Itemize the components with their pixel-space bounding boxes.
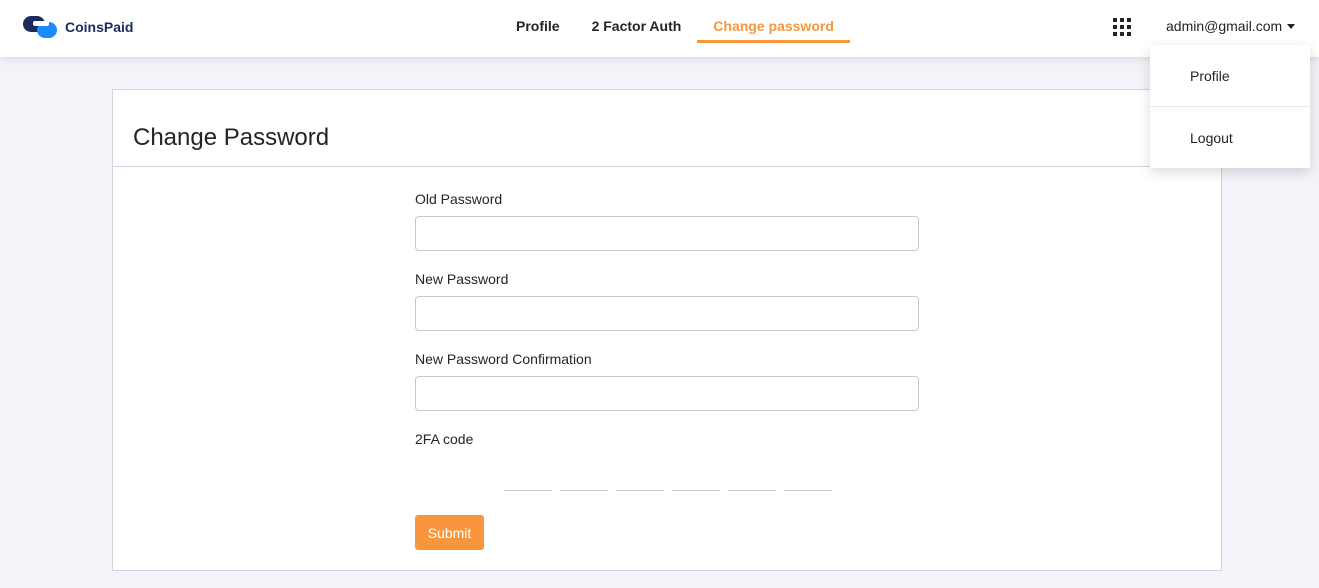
old-password-input[interactable]	[415, 216, 919, 251]
change-password-card: Change Password Old Password New Passwor…	[112, 89, 1222, 571]
nav-change-password[interactable]: Change password	[697, 0, 850, 43]
otp-digit-4[interactable]	[672, 490, 720, 491]
main-nav: Profile 2 Factor Auth Change password	[500, 0, 850, 57]
submit-button[interactable]: Submit	[415, 515, 484, 550]
brand-name: CoinsPaid	[65, 19, 134, 35]
top-navbar: CoinsPaid Profile 2 Factor Auth Change p…	[0, 0, 1319, 57]
brand-logo[interactable]: CoinsPaid	[23, 14, 133, 40]
otp-digit-3[interactable]	[616, 490, 664, 491]
otp-digit-2[interactable]	[560, 490, 608, 491]
otp-digit-5[interactable]	[728, 490, 776, 491]
new-password-label: New Password	[415, 271, 509, 287]
old-password-label: Old Password	[415, 191, 503, 207]
dropdown-divider	[1150, 106, 1310, 107]
twofa-label: 2FA code	[415, 431, 474, 447]
nav-2fa[interactable]: 2 Factor Auth	[576, 0, 698, 43]
otp-digit-1[interactable]	[504, 490, 552, 491]
user-dropdown-menu: Profile Logout	[1150, 45, 1310, 168]
confirm-password-input[interactable]	[415, 376, 919, 411]
card-header: Change Password	[113, 90, 1221, 167]
nav-profile[interactable]: Profile	[500, 0, 576, 43]
user-email: admin@gmail.com	[1166, 18, 1283, 34]
new-password-input[interactable]	[415, 296, 919, 331]
confirm-password-label: New Password Confirmation	[415, 351, 592, 367]
twofa-code-input	[504, 490, 840, 491]
user-menu-toggle[interactable]: admin@gmail.com	[1166, 18, 1296, 34]
apps-grid-icon[interactable]	[1113, 18, 1131, 36]
coinspaid-logo-icon	[23, 16, 57, 38]
caret-down-icon	[1287, 24, 1296, 29]
page-title: Change Password	[133, 124, 330, 151]
dropdown-item-profile[interactable]: Profile	[1190, 68, 1230, 84]
otp-digit-6[interactable]	[784, 490, 832, 491]
dropdown-item-logout[interactable]: Logout	[1190, 130, 1233, 146]
